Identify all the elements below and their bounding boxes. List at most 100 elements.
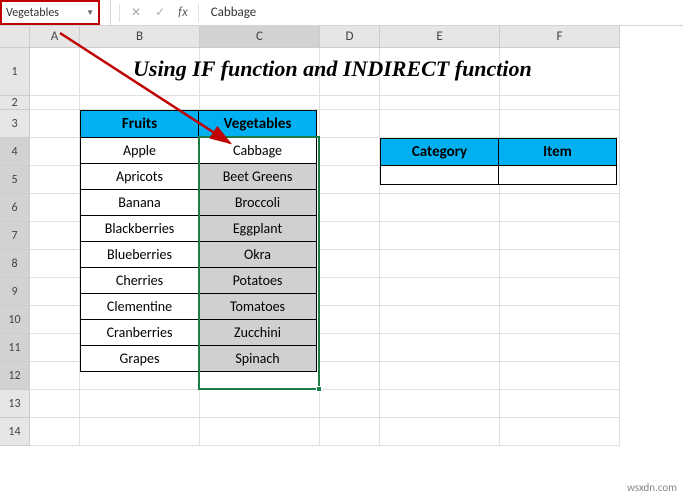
cancel-icon[interactable]: ✕: [128, 5, 144, 20]
formula-input[interactable]: [207, 5, 407, 20]
cell[interactable]: [380, 306, 500, 334]
row-header-2[interactable]: 2: [0, 96, 30, 110]
col-header-a[interactable]: A: [30, 26, 80, 48]
cell-vegetables[interactable]: Tomatoes: [199, 294, 317, 320]
row-header-1[interactable]: 1: [0, 48, 30, 96]
cell[interactable]: [30, 278, 80, 306]
cell[interactable]: [380, 390, 500, 418]
cell[interactable]: [80, 418, 200, 446]
cell[interactable]: [320, 250, 380, 278]
cell-vegetables[interactable]: Eggplant: [199, 216, 317, 242]
row-header-7[interactable]: 7: [0, 222, 30, 250]
cell[interactable]: [500, 96, 620, 110]
col-header-e[interactable]: E: [380, 26, 500, 48]
cell[interactable]: [30, 96, 80, 110]
cell-category[interactable]: [381, 166, 499, 185]
cell[interactable]: [500, 334, 620, 362]
cell[interactable]: [320, 138, 380, 166]
cell[interactable]: [500, 362, 620, 390]
cell[interactable]: [320, 222, 380, 250]
cell-fruits[interactable]: Clementine: [81, 294, 199, 320]
cell[interactable]: [500, 306, 620, 334]
cell-vegetables[interactable]: Broccoli: [199, 190, 317, 216]
cell-vegetables[interactable]: Zucchini: [199, 320, 317, 346]
cell[interactable]: [320, 334, 380, 362]
cell[interactable]: [200, 96, 320, 110]
cell[interactable]: [320, 362, 380, 390]
cell[interactable]: [30, 250, 80, 278]
cell-vegetables[interactable]: Beet Greens: [199, 164, 317, 190]
row-header-3[interactable]: 3: [0, 110, 30, 138]
col-header-c[interactable]: C: [200, 26, 320, 48]
cell[interactable]: [30, 390, 80, 418]
cell[interactable]: [380, 96, 500, 110]
fx-icon[interactable]: fx: [176, 5, 190, 20]
row-header-13[interactable]: 13: [0, 390, 30, 418]
cell[interactable]: [30, 362, 80, 390]
cell[interactable]: [500, 222, 620, 250]
cell-vegetables[interactable]: Potatoes: [199, 268, 317, 294]
col-header-f[interactable]: F: [500, 26, 620, 48]
row-header-11[interactable]: 11: [0, 334, 30, 362]
row-header-6[interactable]: 6: [0, 194, 30, 222]
cell[interactable]: [500, 110, 620, 138]
cell[interactable]: [320, 418, 380, 446]
cell[interactable]: [30, 110, 80, 138]
row-header-14[interactable]: 14: [0, 418, 30, 446]
cell[interactable]: [320, 110, 380, 138]
cell-fruits[interactable]: Cherries: [81, 268, 199, 294]
cell[interactable]: [320, 306, 380, 334]
cell[interactable]: [380, 418, 500, 446]
cell-vegetables[interactable]: Cabbage: [199, 138, 317, 164]
cell[interactable]: [380, 362, 500, 390]
cell-fruits[interactable]: Blueberries: [81, 242, 199, 268]
cell[interactable]: [200, 390, 320, 418]
cell[interactable]: [380, 278, 500, 306]
header-item[interactable]: Item: [499, 139, 617, 166]
row-header-8[interactable]: 8: [0, 250, 30, 278]
cell-vegetables[interactable]: Spinach: [199, 346, 317, 372]
cell[interactable]: [30, 306, 80, 334]
header-category[interactable]: Category: [381, 139, 499, 166]
confirm-icon[interactable]: ✓: [152, 5, 168, 20]
cell-fruits[interactable]: Blackberries: [81, 216, 199, 242]
cell[interactable]: [500, 194, 620, 222]
cell[interactable]: [320, 96, 380, 110]
name-box-input[interactable]: [6, 6, 82, 20]
row-header-4[interactable]: 4: [0, 138, 30, 166]
row-header-10[interactable]: 10: [0, 306, 30, 334]
cell-fruits[interactable]: Apple: [81, 138, 199, 164]
cell[interactable]: [500, 418, 620, 446]
cell[interactable]: [30, 418, 80, 446]
cell-fruits[interactable]: Grapes: [81, 346, 199, 372]
cell[interactable]: [500, 390, 620, 418]
cell[interactable]: [380, 222, 500, 250]
cell[interactable]: [380, 250, 500, 278]
cell[interactable]: [320, 278, 380, 306]
cell[interactable]: [500, 278, 620, 306]
cell-item[interactable]: [499, 166, 617, 185]
cell[interactable]: [320, 390, 380, 418]
cell[interactable]: [30, 166, 80, 194]
cell[interactable]: [380, 110, 500, 138]
cell[interactable]: [80, 96, 200, 110]
cell[interactable]: [80, 390, 200, 418]
cell[interactable]: [200, 418, 320, 446]
cell[interactable]: [500, 250, 620, 278]
cell[interactable]: [30, 194, 80, 222]
cell[interactable]: [320, 166, 380, 194]
cell[interactable]: [30, 334, 80, 362]
cell[interactable]: [30, 138, 80, 166]
cell[interactable]: [30, 222, 80, 250]
row-header-12[interactable]: 12: [0, 362, 30, 390]
cell[interactable]: [380, 334, 500, 362]
col-header-b[interactable]: B: [80, 26, 200, 48]
cell[interactable]: [30, 48, 80, 96]
cell-vegetables[interactable]: Okra: [199, 242, 317, 268]
cell-fruits[interactable]: Apricots: [81, 164, 199, 190]
row-header-5[interactable]: 5: [0, 166, 30, 194]
header-vegetables[interactable]: Vegetables: [199, 111, 317, 138]
name-box[interactable]: ▼: [0, 0, 100, 25]
name-box-dropdown-icon[interactable]: ▼: [86, 8, 94, 18]
row-header-9[interactable]: 9: [0, 278, 30, 306]
